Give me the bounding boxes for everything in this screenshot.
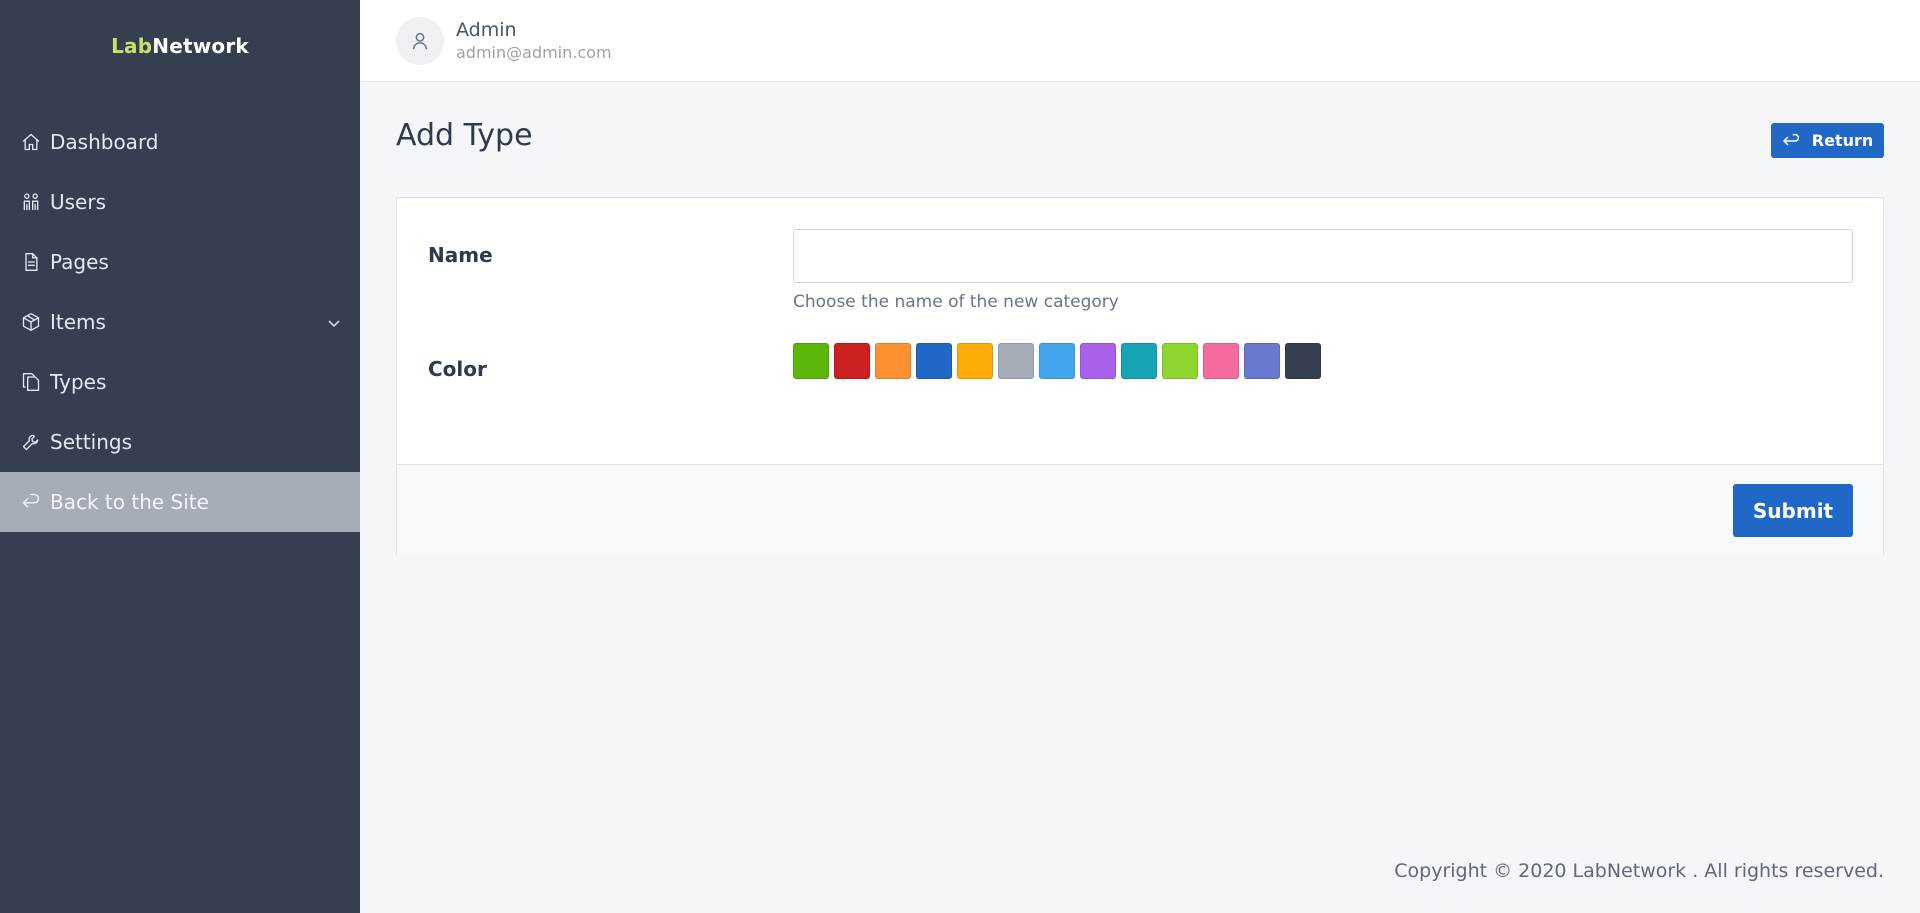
color-swatch[interactable] bbox=[1203, 343, 1239, 379]
user-email: admin@admin.com bbox=[456, 42, 612, 62]
user-name: Admin bbox=[456, 18, 517, 41]
sidebar-item-items[interactable]: Items bbox=[0, 292, 360, 352]
sidebar-item-label: Dashboard bbox=[50, 130, 159, 154]
color-swatch[interactable] bbox=[1244, 343, 1280, 379]
sidebar-item-settings[interactable]: Settings bbox=[0, 412, 360, 472]
avatar[interactable] bbox=[396, 16, 444, 65]
return-label: Return bbox=[1811, 131, 1874, 150]
name-label: Name bbox=[428, 243, 493, 267]
color-label: Color bbox=[428, 357, 487, 381]
name-hint: Choose the name of the new category bbox=[793, 292, 1119, 312]
sidebar-item-pages[interactable]: Pages bbox=[0, 232, 360, 292]
user-info: Admin admin@admin.com bbox=[456, 18, 612, 64]
form-body: Name Choose the name of the new category… bbox=[397, 198, 1883, 464]
user-icon bbox=[412, 32, 428, 49]
brand-part-network: Network bbox=[152, 34, 249, 58]
return-icon bbox=[1782, 133, 1799, 146]
color-picker bbox=[793, 343, 1326, 379]
chevron-down-icon[interactable] bbox=[326, 312, 342, 328]
sidebar: Lab Network Dashboard Users Pages Items T… bbox=[0, 0, 360, 913]
home-icon bbox=[20, 131, 42, 153]
sidebar-item-label: Pages bbox=[50, 250, 109, 274]
top-header: Admin admin@admin.com bbox=[360, 0, 1920, 82]
sidebar-item-label: Settings bbox=[50, 430, 133, 454]
form-footer: Submit bbox=[397, 464, 1883, 555]
sidebar-item-label: Types bbox=[50, 370, 107, 394]
color-swatch[interactable] bbox=[834, 343, 870, 379]
sidebar-item-label: Users bbox=[50, 190, 107, 214]
color-swatch[interactable] bbox=[998, 343, 1034, 379]
brand-part-lab: Lab bbox=[111, 34, 153, 58]
color-swatch[interactable] bbox=[1121, 343, 1157, 379]
sidebar-item-types[interactable]: Types bbox=[0, 352, 360, 412]
wrench-icon bbox=[20, 431, 42, 453]
brand-logo[interactable]: Lab Network bbox=[0, 0, 360, 92]
submit-button[interactable]: Submit bbox=[1733, 484, 1853, 537]
color-swatch[interactable] bbox=[957, 343, 993, 379]
color-swatch[interactable] bbox=[1285, 343, 1321, 379]
name-input[interactable] bbox=[793, 229, 1853, 283]
color-swatch[interactable] bbox=[875, 343, 911, 379]
copy-icon bbox=[20, 371, 42, 393]
sidebar-item-label: Items bbox=[50, 310, 106, 334]
color-swatch[interactable] bbox=[1039, 343, 1075, 379]
sidebar-item-users[interactable]: Users bbox=[0, 172, 360, 232]
color-swatch[interactable] bbox=[793, 343, 829, 379]
add-type-form: Name Choose the name of the new category… bbox=[396, 197, 1884, 555]
sidebar-item-label: Back to the Site bbox=[50, 490, 209, 514]
box-icon bbox=[20, 311, 42, 333]
sidebar-item-back-to-site[interactable]: Back to the Site bbox=[0, 472, 360, 532]
copyright-text: Copyright © 2020 LabNetwork . All rights… bbox=[1394, 860, 1884, 882]
users-icon bbox=[20, 191, 42, 213]
page-title: Add Type bbox=[396, 118, 533, 153]
document-icon bbox=[20, 251, 42, 273]
return-button[interactable]: Return bbox=[1771, 123, 1884, 158]
color-swatch[interactable] bbox=[1080, 343, 1116, 379]
sidebar-item-dashboard[interactable]: Dashboard bbox=[0, 112, 360, 172]
color-swatch[interactable] bbox=[916, 343, 952, 379]
return-icon bbox=[20, 491, 42, 513]
color-swatch[interactable] bbox=[1162, 343, 1198, 379]
